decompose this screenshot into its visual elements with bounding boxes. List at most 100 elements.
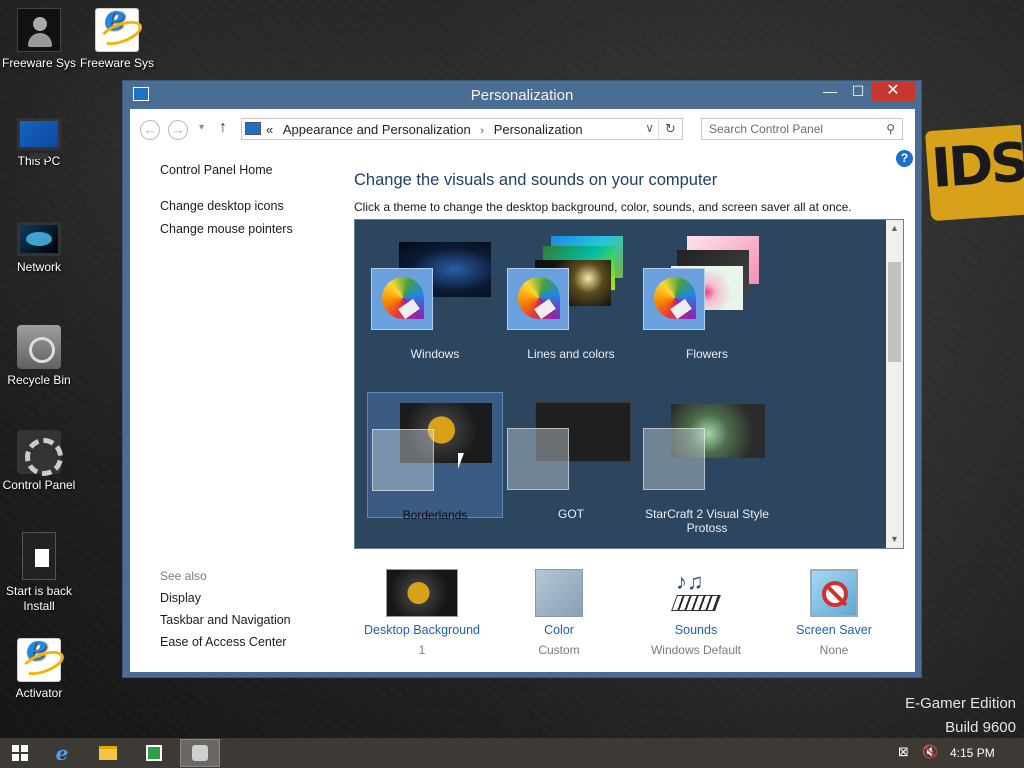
desktop-icon-recycle-bin[interactable]: Recycle Bin (0, 325, 78, 388)
minimize-button[interactable]: — (817, 81, 843, 101)
theme-name: StarCraft 2 Visual Style Protoss (639, 507, 775, 535)
theme-color-swatch (643, 268, 705, 330)
setting-label[interactable]: Color (494, 623, 624, 637)
file-explorer-taskbar-button[interactable] (88, 739, 128, 767)
scroll-up-icon[interactable]: ▲ (886, 220, 903, 237)
recent-locations-chevron-icon[interactable]: ▾ (199, 122, 204, 133)
address-dropdown-chevron-icon[interactable]: ∨ (645, 121, 654, 135)
theme-name-line2: Protoss (686, 521, 728, 535)
store-taskbar-button[interactable] (134, 739, 174, 767)
theme-name: Borderlands (402, 508, 468, 522)
control-panel-icon (245, 122, 261, 135)
up-arrow-icon[interactable]: ↑ (219, 119, 227, 137)
theme-lines-and-colors[interactable]: Lines and colors (503, 232, 639, 361)
setting-label[interactable]: Screen Saver (769, 623, 899, 637)
change-desktop-icons-link[interactable]: Change desktop icons (160, 199, 284, 213)
wallpaper-logo: IDS (924, 124, 1024, 222)
edition-watermark: E-Gamer Edition (905, 695, 1016, 712)
theme-borderlands[interactable]: Borderlands (367, 392, 503, 522)
theme-color-swatch (643, 428, 705, 490)
volume-muted-icon[interactable]: 🔇 (922, 744, 938, 760)
refresh-icon[interactable]: ↻ (658, 119, 682, 139)
see-also-section: See also Display Taskbar and Navigation … (160, 569, 291, 657)
desktop-icon-label: Freeware Sys (1, 56, 77, 70)
color-fan-icon (382, 277, 424, 319)
setting-value: 1 (418, 643, 426, 657)
change-mouse-pointers-link[interactable]: Change mouse pointers (160, 222, 293, 236)
taskbar-clock[interactable]: 4:15 PM (950, 746, 995, 760)
display-link[interactable]: Display (160, 591, 291, 605)
theme-list-scrollbar[interactable]: ▲ ▼ (886, 220, 903, 548)
see-also-title: See also (160, 569, 207, 583)
desktop-icon-activator[interactable]: e Activator (0, 631, 78, 701)
window-client-area: ← → ▾ ↑ « Appearance and Personalization… (130, 109, 915, 672)
theme-name: Lines and colors (527, 347, 615, 361)
breadcrumb-personalization[interactable]: Personalization (494, 122, 583, 137)
setting-label[interactable]: Sounds (631, 623, 761, 637)
help-icon[interactable]: ? (896, 150, 913, 167)
setting-value: Custom (538, 643, 580, 657)
title-bar[interactable]: Personalization — ☐ ✕ (123, 81, 921, 109)
window-title: Personalization (470, 87, 574, 104)
setting-label[interactable]: Desktop Background (357, 623, 487, 637)
theme-windows[interactable]: Windows (367, 232, 503, 361)
desktop-icon-label: Network (16, 260, 61, 274)
search-icon[interactable]: ⚲ (886, 122, 895, 136)
network-icon (17, 222, 61, 256)
color-swatch-icon (535, 569, 583, 617)
mouse-cursor-icon (458, 453, 464, 469)
breadcrumb-appearance[interactable]: Appearance and Personalization (283, 122, 471, 137)
back-arrow-icon[interactable]: ← (140, 120, 160, 140)
desktop-icon-control-panel[interactable]: Control Panel (0, 430, 78, 493)
desktop-background-setting[interactable]: Desktop Background 1 (357, 569, 487, 657)
sounds-setting[interactable]: ♪♫ Sounds Windows Default (631, 569, 761, 657)
personalization-icon (192, 745, 208, 761)
desktop-icon-network[interactable]: Network (0, 216, 78, 275)
control-panel-home-link[interactable]: Control Panel Home (160, 163, 273, 177)
theme-color-swatch (371, 268, 433, 330)
theme-name-line1: StarCraft 2 Visual Style (645, 507, 769, 521)
maximize-button[interactable]: ☐ (845, 81, 871, 101)
taskbar-navigation-link[interactable]: Taskbar and Navigation (160, 613, 291, 627)
search-box[interactable]: ⚲ (701, 118, 903, 140)
theme-list: Windows Lines and colors Flowers Borderl… (354, 219, 904, 549)
theme-starcraft-protoss[interactable]: StarCraft 2 Visual Style Protoss (639, 392, 775, 535)
forward-arrow-icon[interactable]: → (168, 120, 188, 140)
navigation-bar: ← → ▾ ↑ « Appearance and Personalization… (130, 109, 915, 149)
screen-saver-setting[interactable]: Screen Saver None (769, 569, 899, 657)
desktop-icon-label: Freeware Sys (79, 56, 155, 70)
breadcrumb-separator-icon[interactable]: › (480, 125, 484, 137)
scroll-down-icon[interactable]: ▼ (886, 531, 903, 548)
theme-name: Windows (410, 347, 460, 361)
desktop-icon-this-pc[interactable]: This PC (0, 112, 78, 169)
address-bar[interactable]: « Appearance and Personalization › Perso… (241, 118, 683, 140)
ease-of-access-link[interactable]: Ease of Access Center (160, 635, 291, 649)
theme-flowers[interactable]: Flowers (639, 232, 775, 361)
start-button[interactable] (0, 739, 40, 767)
personalization-window: Personalization — ☐ ✕ ← → ▾ ↑ « Appearan… (122, 80, 922, 678)
desktop-icon-label-line2: Install (23, 599, 55, 613)
search-input[interactable] (702, 119, 872, 139)
recycle-bin-icon (17, 325, 61, 369)
theme-got[interactable]: GOT (503, 392, 639, 521)
color-setting[interactable]: Color Custom (494, 569, 624, 657)
control-panel-icon (17, 430, 63, 476)
sounds-icon: ♪♫ (670, 569, 722, 617)
scrollbar-thumb[interactable] (888, 262, 901, 362)
breadcrumb-overflow[interactable]: « (266, 122, 273, 137)
internet-explorer-taskbar-button[interactable]: e (42, 739, 82, 767)
page-subtitle: Click a theme to change the desktop back… (354, 200, 852, 214)
desktop-icon-freeware-sys-2[interactable]: e Freeware Sys (78, 1, 156, 71)
close-button[interactable]: ✕ (871, 81, 915, 101)
network-status-icon[interactable]: ⊠ (898, 744, 909, 760)
desktop-background-icon (386, 569, 458, 617)
screen-saver-icon (810, 569, 858, 617)
breadcrumb: « Appearance and Personalization › Perso… (266, 122, 583, 137)
desktop-icon-start-is-back[interactable]: Start is back Install (0, 532, 78, 614)
personalization-taskbar-button[interactable] (180, 739, 220, 767)
color-fan-icon (518, 277, 560, 319)
setting-value: Windows Default (650, 643, 742, 657)
store-icon (146, 745, 162, 761)
desktop-icon-freeware-sys-1[interactable]: Freeware Sys (0, 8, 78, 71)
setting-value: None (819, 643, 849, 657)
